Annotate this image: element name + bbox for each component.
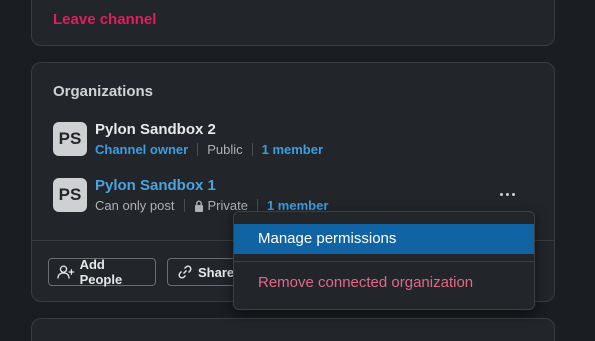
left-edge: [0, 0, 6, 341]
add-people-label: Add People: [79, 257, 123, 287]
meta-separator: [251, 143, 253, 156]
org-context-menu: Manage permissions Remove connected orga…: [233, 211, 535, 310]
organization-row: PS Pylon Sandbox 1 Can only post Private…: [53, 175, 533, 215]
next-card: [31, 318, 555, 341]
org-name-link[interactable]: Pylon Sandbox 1: [95, 177, 216, 194]
org-role: Can only post: [95, 198, 175, 213]
meta-separator: [183, 199, 185, 212]
org-avatar: PS: [53, 122, 87, 156]
leave-channel-card: Leave channel: [31, 0, 555, 46]
organization-row: PS Pylon Sandbox 2 Channel owner Public …: [53, 119, 533, 159]
menu-separator: [234, 261, 534, 262]
remove-organization-item[interactable]: Remove connected organization: [234, 268, 534, 298]
org-members-link[interactable]: 1 member: [262, 142, 323, 157]
add-person-icon: [57, 265, 75, 279]
lock-icon: [194, 200, 203, 212]
share-label: Share: [198, 264, 235, 280]
org-meta: Channel owner Public 1 member: [95, 142, 323, 157]
org-visibility: Public: [207, 142, 243, 157]
add-people-button[interactable]: Add People: [48, 257, 156, 287]
channel-details-panel: Leave channel Organizations PS Pylon San…: [0, 0, 595, 341]
meta-separator: [197, 143, 199, 156]
link-icon: [178, 265, 192, 279]
more-horizontal-icon[interactable]: [494, 181, 520, 207]
leave-channel-link[interactable]: Leave channel: [53, 11, 156, 28]
manage-permissions-item[interactable]: Manage permissions: [234, 224, 534, 254]
org-name: Pylon Sandbox 2: [95, 121, 216, 138]
org-avatar: PS: [53, 178, 87, 212]
organizations-title: Organizations: [53, 83, 154, 100]
org-role-link[interactable]: Channel owner: [95, 142, 188, 157]
